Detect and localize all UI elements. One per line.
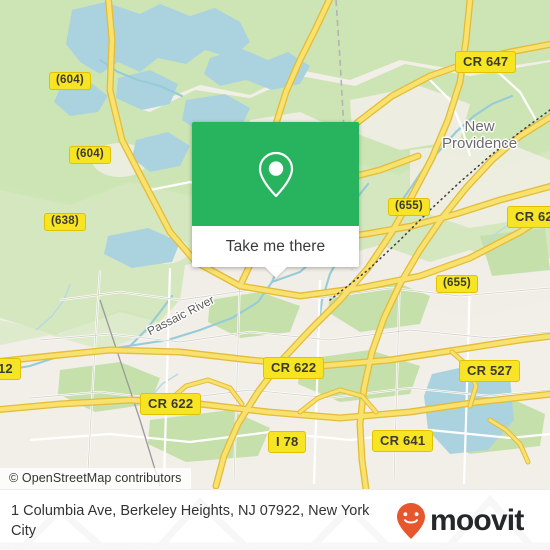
moovit-pin-icon <box>397 502 425 539</box>
map-screenshot-root: (604) (604) (638) CR 647 (655) CR 622 (6… <box>0 0 550 550</box>
road-shield: CR 622 <box>140 393 202 415</box>
road-shield: CR 647 <box>455 51 517 73</box>
popup-action-label: Take me there <box>225 237 326 255</box>
road-shield: CR 622 <box>263 357 325 379</box>
location-popup[interactable]: Take me there <box>192 122 359 278</box>
popup-header <box>192 122 359 226</box>
popup-tail-arrow <box>264 267 287 278</box>
location-pin-icon <box>258 151 293 198</box>
road-shield: (604) <box>49 72 91 90</box>
map-attribution[interactable]: © OpenStreetMap contributors <box>0 468 191 489</box>
road-shield: CR 622 <box>507 206 550 228</box>
address-text: 1 Columbia Ave, Berkeley Heights, NJ 079… <box>11 502 370 539</box>
popup-action[interactable]: Take me there <box>192 226 359 278</box>
road-shield: 12 <box>0 358 21 380</box>
road-shield: (604) <box>69 146 111 164</box>
map-canvas[interactable]: (604) (604) (638) CR 647 (655) CR 622 (6… <box>0 0 550 489</box>
road-shield: CR 527 <box>459 360 521 382</box>
road-shield: (655) <box>388 198 430 216</box>
place-label-new-providence: New Providence <box>442 118 517 152</box>
footer-bar: 1 Columbia Ave, Berkeley Heights, NJ 079… <box>0 489 550 550</box>
place-label-line2: Providence <box>442 135 518 152</box>
moovit-logo: moovit <box>394 501 536 541</box>
road-shield: (655) <box>436 275 478 293</box>
road-shield: (638) <box>44 213 86 231</box>
moovit-wordmark: moovit <box>430 503 524 537</box>
place-label-line1: New <box>464 118 495 135</box>
road-shield: CR 641 <box>372 430 434 452</box>
road-shield: I 78 <box>268 431 307 453</box>
